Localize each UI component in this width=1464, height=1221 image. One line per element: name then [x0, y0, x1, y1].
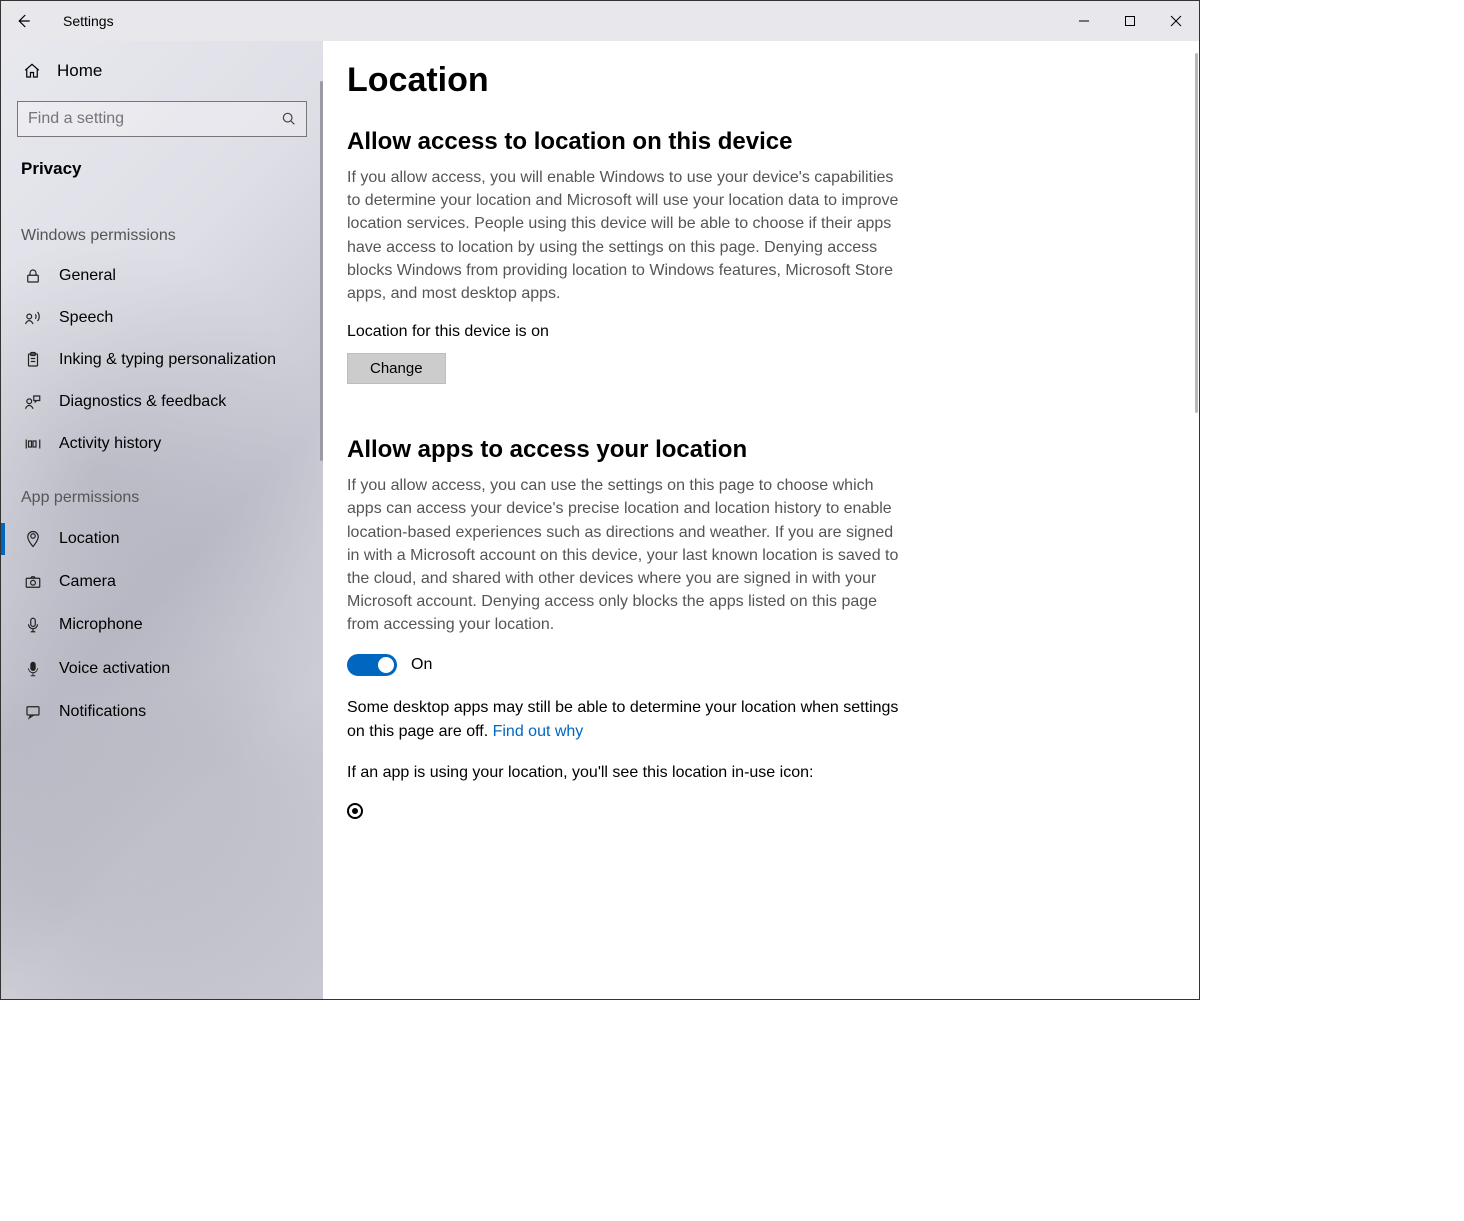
- minimize-button[interactable]: [1061, 1, 1107, 41]
- clipboard-icon: [23, 351, 43, 369]
- sidebar-item-label: Microphone: [59, 616, 143, 634]
- content-scrollbar[interactable]: [1195, 53, 1198, 413]
- sidebar: Home Privacy Windows permissions General S…: [1, 41, 323, 999]
- sidebar-item-microphone[interactable]: Microphone: [1, 603, 323, 647]
- voice-icon: [23, 659, 43, 679]
- microphone-icon: [23, 615, 43, 635]
- feedback-icon: [23, 393, 43, 411]
- location-in-use-icon: [347, 803, 363, 819]
- maximize-button[interactable]: [1107, 1, 1153, 41]
- nav-group-label: Windows permissions: [1, 203, 323, 255]
- window-controls: [1061, 1, 1199, 41]
- lock-icon: [23, 267, 43, 285]
- content-area: Location Allow access to location on thi…: [323, 41, 1199, 999]
- sidebar-item-label: Diagnostics & feedback: [59, 393, 226, 411]
- sidebar-item-label: General: [59, 267, 116, 285]
- sidebar-item-inking[interactable]: Inking & typing personalization: [1, 339, 323, 381]
- sidebar-item-notifications[interactable]: Notifications: [1, 691, 323, 733]
- sidebar-item-label: Location: [59, 530, 120, 548]
- sidebar-item-label: Camera: [59, 573, 116, 591]
- sidebar-item-label: Inking & typing personalization: [59, 351, 276, 369]
- sidebar-item-activity[interactable]: Activity history: [1, 423, 323, 465]
- desktop-apps-note: Some desktop apps may still be able to d…: [347, 696, 907, 742]
- speech-icon: [23, 309, 43, 327]
- section-allow-device-desc: If you allow access, you will enable Win…: [347, 166, 907, 305]
- close-icon: [1170, 15, 1182, 27]
- sidebar-item-location[interactable]: Location: [1, 517, 323, 561]
- back-button[interactable]: [1, 1, 45, 41]
- settings-window: Settings Home: [0, 0, 1200, 1000]
- sidebar-item-label: Notifications: [59, 703, 146, 721]
- sidebar-item-voice[interactable]: Voice activation: [1, 647, 323, 691]
- apps-location-toggle-label: On: [411, 656, 432, 674]
- maximize-icon: [1124, 15, 1136, 27]
- sidebar-item-camera[interactable]: Camera: [1, 561, 323, 603]
- section-allow-device-heading: Allow access to location on this device: [347, 128, 907, 156]
- section-allow-apps-desc: If you allow access, you can use the set…: [347, 474, 907, 636]
- page-title: Location: [347, 61, 907, 100]
- activity-icon: [23, 435, 43, 453]
- home-icon: [23, 62, 41, 80]
- sidebar-item-diagnostics[interactable]: Diagnostics & feedback: [1, 381, 323, 423]
- sidebar-item-label: Voice activation: [59, 660, 170, 678]
- camera-icon: [23, 573, 43, 591]
- sidebar-item-general[interactable]: General: [1, 255, 323, 297]
- nav-group-label: App permissions: [1, 465, 323, 517]
- change-button[interactable]: Change: [347, 353, 446, 384]
- home-button[interactable]: Home: [1, 41, 323, 101]
- in-use-icon-text: If an app is using your location, you'll…: [347, 761, 907, 784]
- current-category: Privacy: [1, 151, 323, 203]
- titlebar: Settings: [1, 1, 1199, 41]
- sidebar-item-label: Activity history: [59, 435, 161, 453]
- section-allow-apps-heading: Allow apps to access your location: [347, 436, 907, 464]
- notifications-icon: [23, 703, 43, 721]
- search-input[interactable]: [17, 101, 307, 137]
- minimize-icon: [1078, 15, 1090, 27]
- apps-location-toggle[interactable]: [347, 654, 397, 676]
- search-box: [17, 101, 307, 137]
- sidebar-item-label: Speech: [59, 309, 113, 327]
- back-arrow-icon: [14, 12, 32, 30]
- sidebar-item-speech[interactable]: Speech: [1, 297, 323, 339]
- location-icon: [23, 529, 43, 549]
- device-location-status: Location for this device is on: [347, 323, 907, 341]
- window-title: Settings: [45, 13, 114, 29]
- search-icon: [281, 111, 297, 127]
- find-out-why-link[interactable]: Find out why: [493, 723, 584, 740]
- close-button[interactable]: [1153, 1, 1199, 41]
- home-label: Home: [57, 61, 102, 81]
